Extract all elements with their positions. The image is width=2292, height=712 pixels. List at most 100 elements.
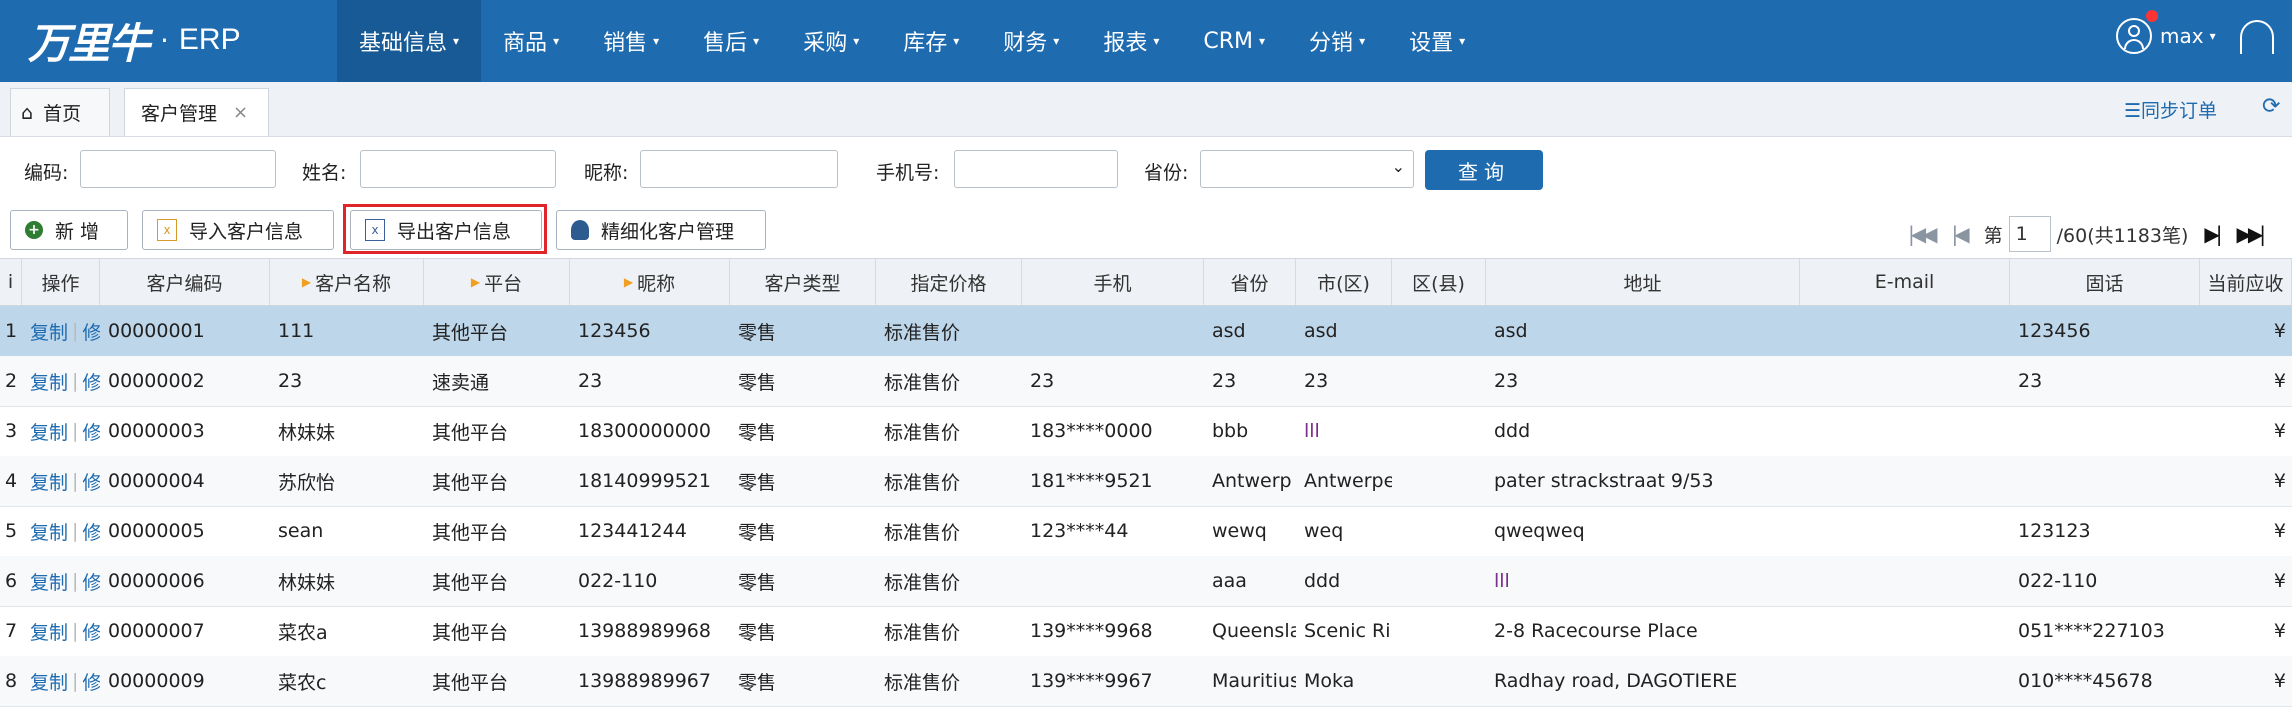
import-customer-button[interactable]: x 导入客户信息 bbox=[142, 210, 334, 250]
cell-platform: 其他平台 bbox=[432, 471, 509, 494]
cell-recv: ¥ bbox=[2273, 370, 2286, 392]
edit-link[interactable]: 修改 bbox=[82, 568, 100, 595]
cell-code: 00000007 bbox=[108, 620, 205, 642]
next-page-icon[interactable]: ▶| bbox=[2204, 222, 2222, 246]
column-header[interactable]: i bbox=[0, 259, 22, 305]
edit-link[interactable]: 修改 bbox=[82, 518, 100, 545]
cell-type: 零售 bbox=[738, 321, 777, 344]
column-header[interactable]: 省份 bbox=[1204, 259, 1296, 305]
table-row[interactable]: 3复制|修改00000003林妹妹其他平台18300000000零售标准售价18… bbox=[0, 406, 2292, 457]
cell-tel: 123123 bbox=[2018, 520, 2091, 542]
cell-city: ddd bbox=[1304, 570, 1341, 592]
edit-link[interactable]: 修改 bbox=[82, 668, 100, 695]
nav-item-10[interactable]: 设置 ▾ bbox=[1387, 0, 1487, 82]
table-row[interactable]: 1复制|修改00000001111其他平台123456零售标准售价asdasda… bbox=[0, 306, 2292, 357]
table-row[interactable]: 4复制|修改00000004苏欣怡其他平台18140999521零售标准售价18… bbox=[0, 456, 2292, 507]
column-header-label: 固话 bbox=[2085, 272, 2124, 295]
nav-item-8[interactable]: CRM ▾ bbox=[1181, 0, 1287, 82]
divider: | bbox=[72, 570, 79, 592]
column-header[interactable]: 市(区) bbox=[1296, 259, 1392, 305]
nav-item-0[interactable]: 基础信息 ▾ bbox=[337, 0, 482, 82]
row-index: 8 bbox=[4, 670, 18, 692]
logo-suffix: ERP bbox=[178, 23, 241, 56]
nav-item-5[interactable]: 库存 ▾ bbox=[881, 0, 981, 82]
column-header[interactable]: 客户编码 bbox=[100, 259, 270, 305]
column-header[interactable]: 客户类型 bbox=[730, 259, 876, 305]
page-prefix: 第 bbox=[1983, 224, 2003, 247]
copy-link[interactable]: 复制 bbox=[30, 618, 68, 645]
close-icon[interactable]: × bbox=[233, 102, 248, 123]
sync-orders-button[interactable]: ☰同步订单 bbox=[2124, 96, 2217, 123]
copy-link[interactable]: 复制 bbox=[30, 368, 68, 395]
tab-customer-management[interactable]: 客户管理 × bbox=[124, 88, 269, 136]
user-menu[interactable]: max ▾ bbox=[2116, 18, 2216, 54]
cell-city: Antwerpe bbox=[1304, 470, 1392, 492]
first-page-icon[interactable]: |◀◀ bbox=[1908, 222, 1937, 246]
column-header-label: E-mail bbox=[1874, 271, 1935, 293]
column-header[interactable]: ▶ 平台 bbox=[424, 259, 570, 305]
last-page-icon[interactable]: ▶▶| bbox=[2237, 222, 2266, 246]
cell-recv: ¥ bbox=[2273, 520, 2286, 542]
table-row[interactable]: 5复制|修改00000005sean其他平台123441244零售标准售价123… bbox=[0, 506, 2292, 557]
table-row[interactable]: 2复制|修改0000000223速卖通23零售标准售价2323232323¥ bbox=[0, 356, 2292, 407]
add-button[interactable]: + 新 增 bbox=[10, 210, 128, 250]
nav-item-9[interactable]: 分销 ▾ bbox=[1287, 0, 1387, 82]
column-header[interactable]: 当前应收 bbox=[2200, 259, 2292, 305]
copy-link[interactable]: 复制 bbox=[30, 668, 68, 695]
fine-customer-management-button[interactable]: 精细化客户管理 bbox=[556, 210, 766, 250]
column-header-label: 平台 bbox=[484, 272, 523, 295]
column-header[interactable]: 操作 bbox=[22, 259, 100, 305]
nav-item-2[interactable]: 销售 ▾ bbox=[581, 0, 681, 82]
cell-province: Queensla bbox=[1212, 620, 1296, 642]
copy-link[interactable]: 复制 bbox=[30, 468, 68, 495]
nav-item-3[interactable]: 售后 ▾ bbox=[681, 0, 781, 82]
nav-item-6[interactable]: 财务 ▾ bbox=[981, 0, 1081, 82]
cell-address: 2-8 Racecourse Place bbox=[1494, 620, 1698, 642]
column-header-label: 客户类型 bbox=[764, 272, 841, 295]
cell-mobile: 123****44 bbox=[1030, 520, 1129, 542]
tab-home[interactable]: ⌂ 首页 bbox=[10, 88, 110, 136]
column-header[interactable]: 地址 bbox=[1486, 259, 1800, 305]
edit-link[interactable]: 修改 bbox=[82, 318, 100, 345]
column-header[interactable]: E-mail bbox=[1800, 259, 2010, 305]
nav-item-7[interactable]: 报表 ▾ bbox=[1081, 0, 1181, 82]
cell-tel: 051****227103 bbox=[2018, 620, 2165, 642]
edit-link[interactable]: 修改 bbox=[82, 368, 100, 395]
edit-link[interactable]: 修改 bbox=[82, 468, 100, 495]
cell-name: 23 bbox=[278, 370, 303, 392]
copy-link[interactable]: 复制 bbox=[30, 568, 68, 595]
cell-address: ddd bbox=[1494, 420, 1531, 442]
nav-item-label: 库存 bbox=[903, 31, 948, 56]
table-row[interactable]: 8复制|修改00000009菜农c其他平台13988989967零售标准售价13… bbox=[0, 656, 2292, 707]
column-header[interactable]: ▶ 客户名称 bbox=[270, 259, 424, 305]
phone-input[interactable] bbox=[954, 150, 1118, 188]
edit-link[interactable]: 修改 bbox=[82, 418, 100, 445]
prev-page-icon[interactable]: |◀ bbox=[1952, 222, 1970, 246]
copy-link[interactable]: 复制 bbox=[30, 418, 68, 445]
app-logo[interactable]: 万里牛 · ERP bbox=[28, 10, 241, 70]
column-header[interactable]: 指定价格 bbox=[876, 259, 1022, 305]
name-input[interactable] bbox=[360, 150, 556, 188]
copy-link[interactable]: 复制 bbox=[30, 518, 68, 545]
row-actions: 复制|修改 bbox=[22, 506, 100, 556]
column-header[interactable]: ▶ 昵称 bbox=[570, 259, 730, 305]
nav-item-4[interactable]: 采购 ▾ bbox=[781, 0, 881, 82]
nick-input[interactable] bbox=[640, 150, 838, 188]
cell-name: 111 bbox=[278, 320, 315, 342]
province-select[interactable]: ⌄ bbox=[1200, 150, 1414, 188]
table-row[interactable]: 7复制|修改00000007菜农a其他平台13988989968零售标准售价13… bbox=[0, 606, 2292, 657]
headset-icon[interactable] bbox=[2240, 20, 2274, 54]
refresh-icon[interactable]: ⟳ bbox=[2262, 94, 2280, 119]
edit-link[interactable]: 修改 bbox=[82, 618, 100, 645]
chevron-down-icon: ▾ bbox=[1459, 34, 1466, 48]
page-number-input[interactable]: 1 bbox=[2008, 216, 2051, 252]
column-header[interactable]: 区(县) bbox=[1392, 259, 1486, 305]
column-header[interactable]: 手机 bbox=[1022, 259, 1204, 305]
query-button[interactable]: 查询 bbox=[1425, 150, 1543, 190]
plus-icon: + bbox=[25, 221, 43, 239]
copy-link[interactable]: 复制 bbox=[30, 318, 68, 345]
table-row[interactable]: 6复制|修改00000006林妹妹其他平台022-110零售标准售价aaaddd… bbox=[0, 556, 2292, 607]
code-input[interactable] bbox=[80, 150, 276, 188]
nav-item-1[interactable]: 商品 ▾ bbox=[481, 0, 581, 82]
column-header[interactable]: 固话 bbox=[2010, 259, 2200, 305]
